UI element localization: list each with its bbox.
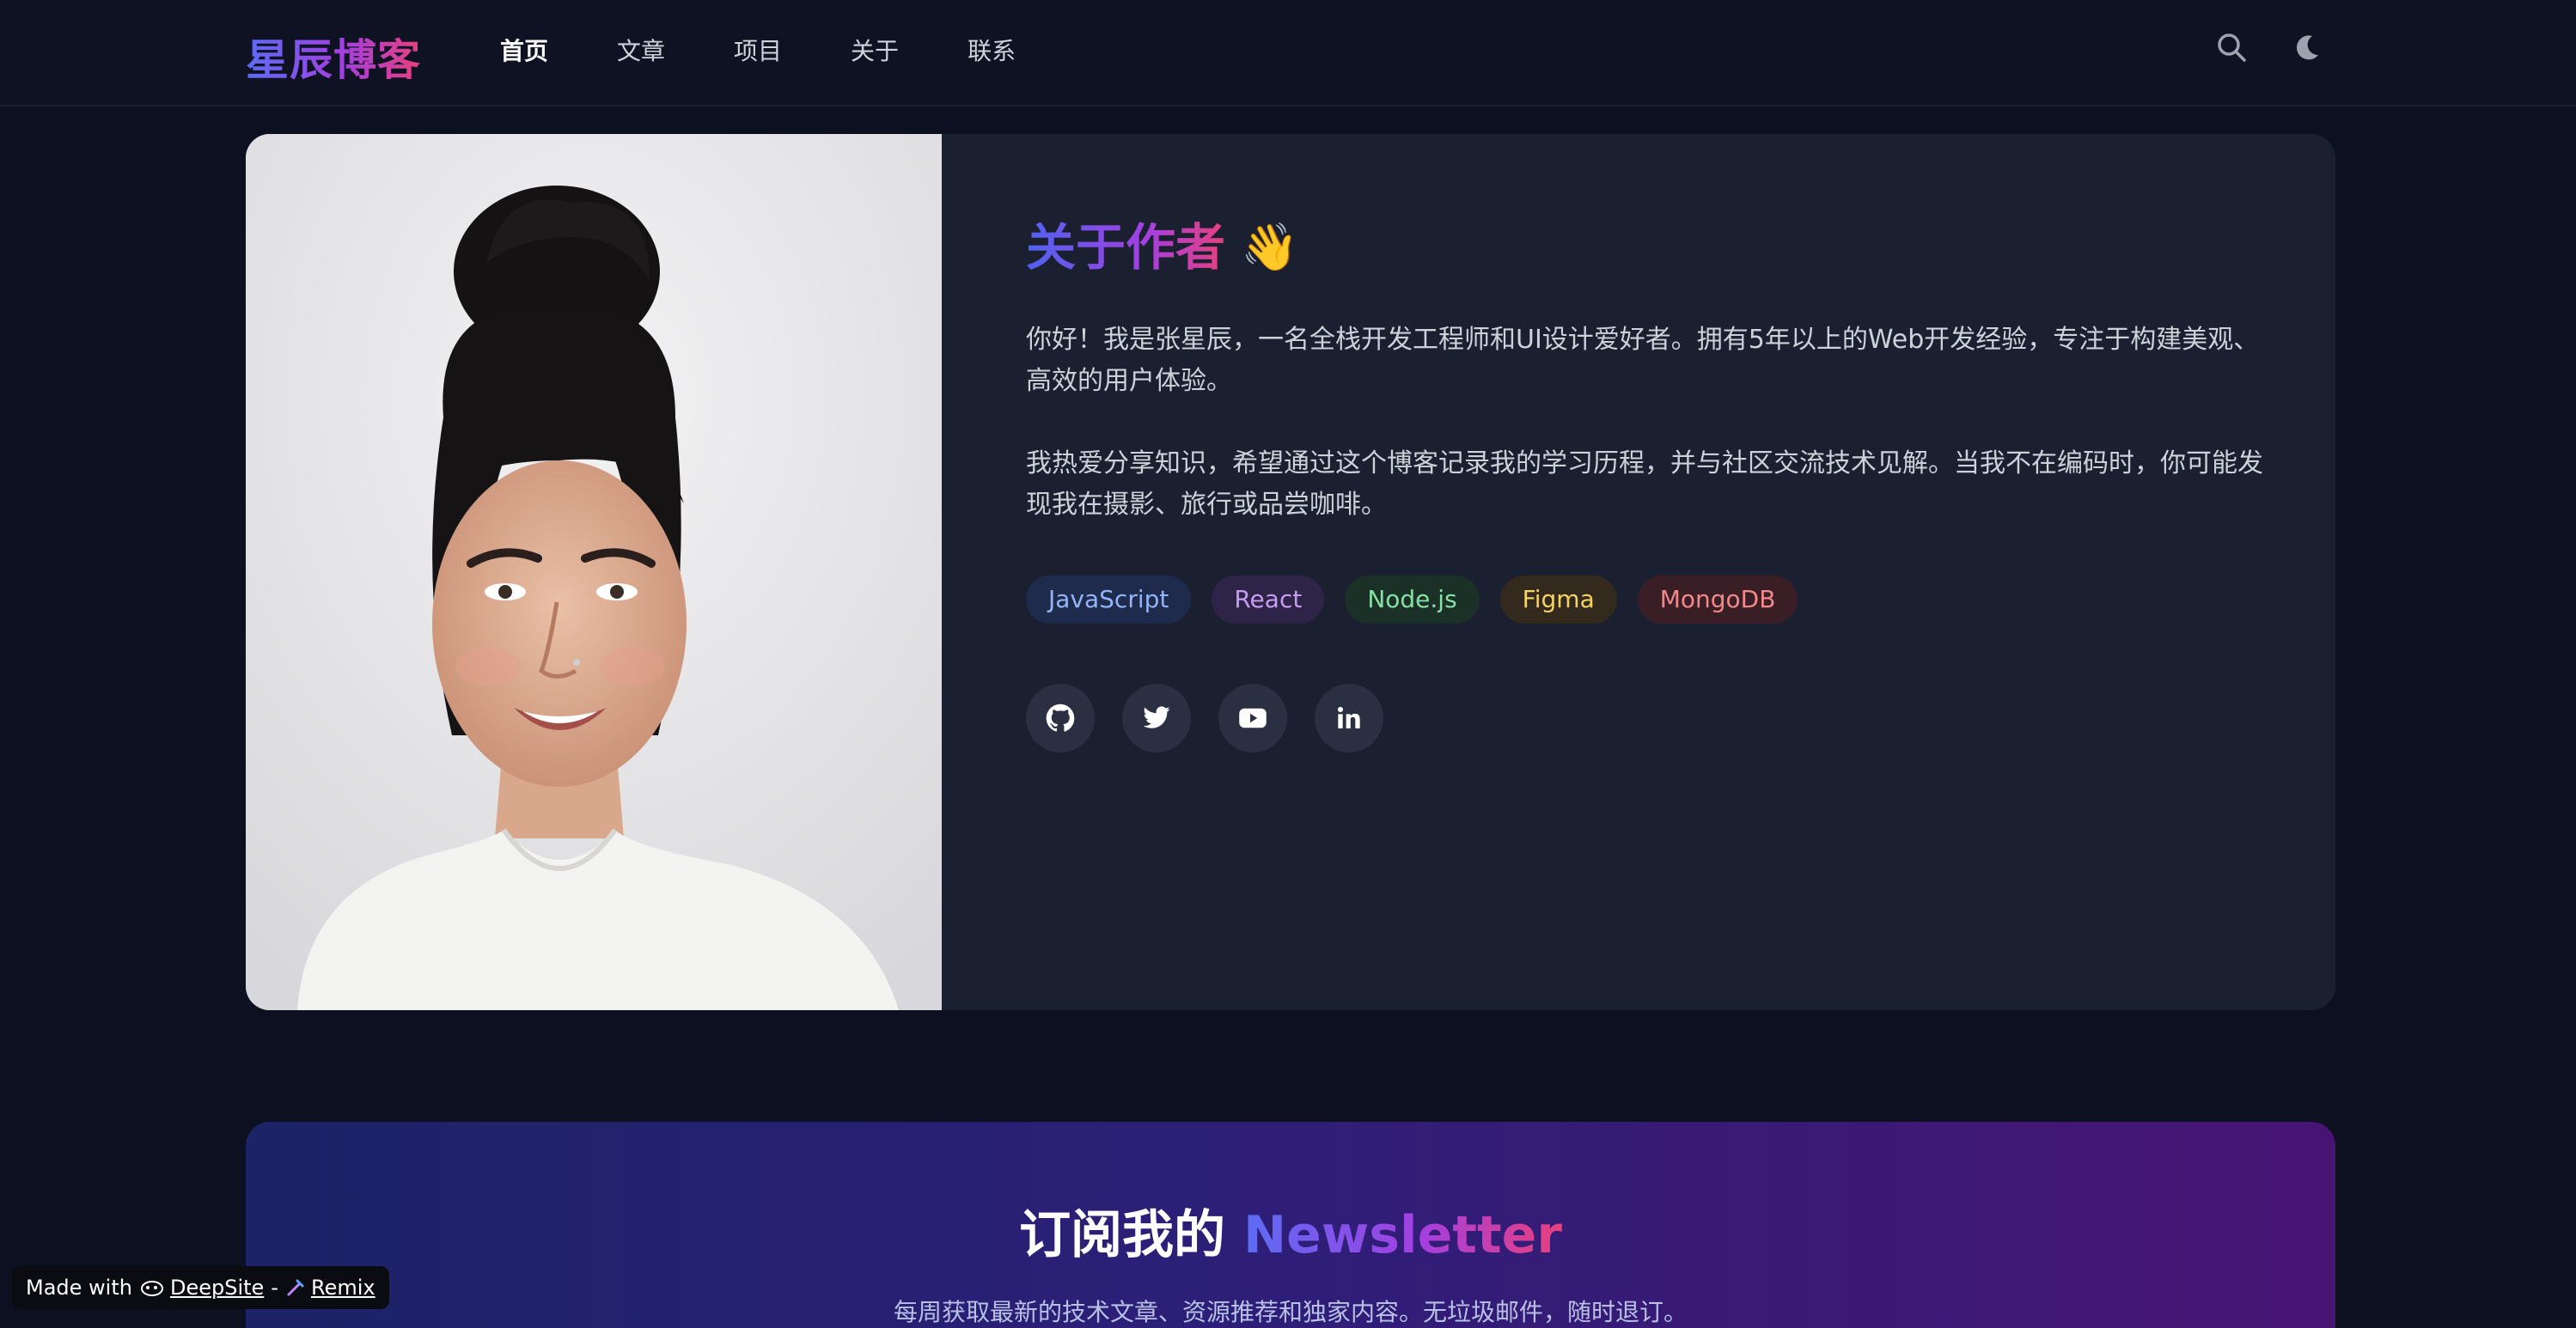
twitter-icon[interactable] [1122,684,1191,752]
main-nav: 首页 文章 项目 关于 联系 [500,34,1084,69]
newsletter-section: 订阅我的 Newsletter 每周获取最新的技术文章、资源推荐和独家内容。无垃… [246,1122,2335,1328]
newsletter-title-plain: 订阅我的 [1019,1205,1243,1265]
nav-item-articles[interactable]: 文章 [617,34,665,69]
moon-icon[interactable] [2289,29,2327,67]
site-logo[interactable]: 星辰博客 [246,26,421,88]
newsletter-title-highlight: Newsletter [1242,1205,1562,1265]
deepsite-logo-icon [139,1277,165,1298]
nav-item-contact[interactable]: 联系 [968,34,1016,69]
about-content: 关于作者 👋 你好！我是张星辰，一名全栈开发工程师和UI设计爱好者。拥有5年以上… [1026,213,2263,752]
made-with-badge: Made with DeepSite - Remix [12,1266,389,1309]
search-icon[interactable] [2213,29,2251,67]
remix-link[interactable]: Remix [311,1276,375,1300]
nav-item-about[interactable]: 关于 [851,34,899,69]
github-icon[interactable] [1026,684,1095,752]
top-navigation-bar: 星辰博客 首页 文章 项目 关于 联系 [0,0,2576,107]
social-links [1026,684,2263,752]
youtube-icon[interactable] [1218,684,1287,752]
about-title-text: 关于作者 [1026,213,1225,282]
tag-mongodb[interactable]: MongoDB [1637,576,1798,624]
tag-figma[interactable]: Figma [1499,576,1617,624]
about-title: 关于作者 👋 [1026,213,2263,282]
skill-tags: JavaScript React Node.js Figma MongoDB [1026,576,2263,624]
tag-react[interactable]: React [1212,576,1325,624]
tag-nodejs[interactable]: Node.js [1345,576,1480,624]
newsletter-title: 订阅我的 Newsletter [246,1201,2335,1270]
about-paragraph-hobbies: 我热爱分享知识，希望通过这个博客记录我的学习历程，并与社区交流技术见解。当我不在… [1026,448,2263,520]
badge-separator: - [271,1276,278,1300]
badge-prefix: Made with [26,1276,132,1300]
nav-item-projects[interactable]: 项目 [734,34,782,69]
remix-icon [285,1277,306,1298]
author-portrait-photo [246,134,942,1010]
tag-javascript[interactable]: JavaScript [1026,576,1192,624]
waving-hand-icon: 👋 [1241,220,1299,274]
linkedin-icon[interactable] [1315,684,1383,752]
deepsite-link[interactable]: DeepSite [170,1276,264,1300]
about-paragraph-intro: 你好！我是张星辰，一名全栈开发工程师和UI设计爱好者。拥有5年以上的Web开发经… [1026,325,2260,396]
about-author-card: 关于作者 👋 你好！我是张星辰，一名全栈开发工程师和UI设计爱好者。拥有5年以上… [246,134,2335,1010]
nav-item-home[interactable]: 首页 [500,34,548,69]
newsletter-subtitle: 每周获取最新的技术文章、资源推荐和独家内容。无垃圾邮件，随时退订。 [893,1298,1688,1326]
